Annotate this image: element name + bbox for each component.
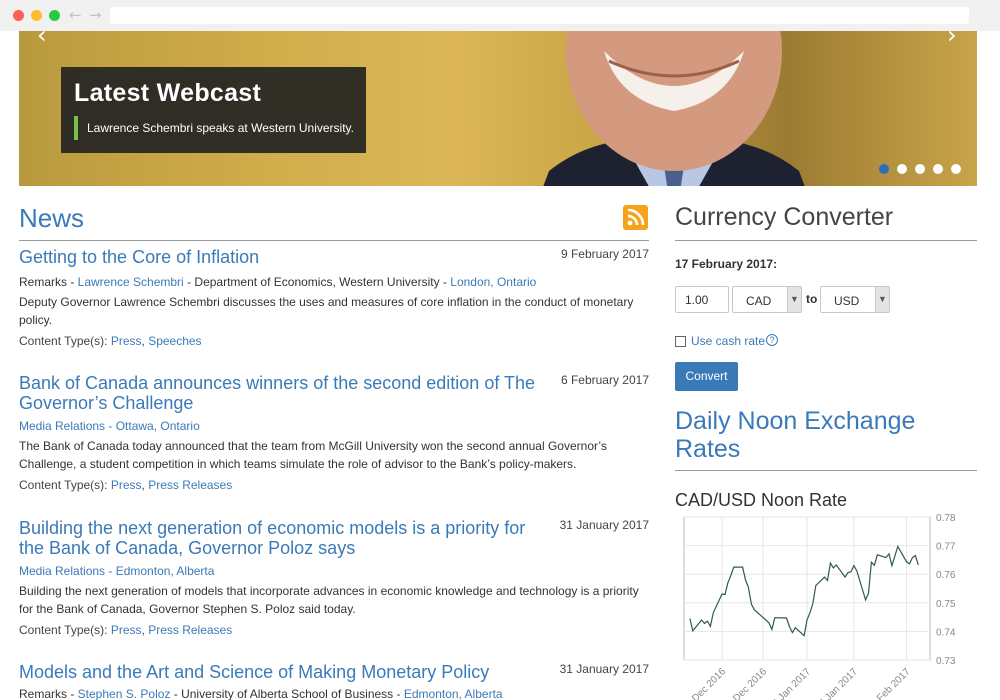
article-meta: Remarks - Lawrence Schembri - Department…	[19, 275, 536, 289]
content-type-label: Content Type(s):	[19, 478, 111, 492]
article-date: 6 February 2017	[560, 373, 649, 387]
location-link[interactable]: Edmonton, Alberta	[404, 687, 503, 700]
convert-button[interactable]: Convert	[675, 362, 738, 391]
news-header: News	[19, 203, 649, 241]
y-tick-label: 0.76	[936, 570, 956, 581]
to-currency-select[interactable]: USD ▼	[820, 286, 890, 313]
minimize-window-icon[interactable]	[31, 10, 42, 21]
amount-input[interactable]: 1.00	[675, 286, 729, 313]
chevron-down-icon: ▼	[787, 287, 801, 312]
forward-arrow-icon[interactable]: →	[89, 6, 102, 24]
address-bar[interactable]	[110, 7, 969, 24]
noon-rates-title: Daily Noon Exchange Rates	[675, 407, 977, 471]
x-tick-label: 13 Feb 2017	[865, 666, 913, 700]
from-currency-value: CAD	[746, 294, 772, 308]
maximize-window-icon[interactable]	[49, 10, 60, 21]
author-link[interactable]: Stephen S. Poloz	[78, 687, 171, 700]
to-currency-value: USD	[834, 294, 860, 308]
article-meta-link[interactable]: Media Relations - Edmonton, Alberta	[19, 564, 214, 578]
close-window-icon[interactable]	[13, 10, 24, 21]
x-tick-label: 10 Jan 2017	[766, 666, 813, 700]
news-article: Models and the Art and Science of Making…	[19, 662, 649, 700]
content-types: Content Type(s): Press, Speeches	[19, 334, 202, 348]
hero-carousel[interactable]: ‹ › Latest Webcast Lawrence Schembri spe…	[19, 31, 977, 186]
carousel-prev-icon[interactable]: ‹	[37, 31, 47, 49]
article-meta: Remarks - Stephen S. Poloz - University …	[19, 687, 503, 700]
chevron-down-icon: ▼	[875, 287, 889, 312]
article-title[interactable]: Building the next generation of economic…	[19, 518, 539, 558]
converter-date: 17 February 2017:	[675, 257, 778, 271]
article-summary: Deputy Governor Lawrence Schembri discus…	[19, 295, 634, 327]
type-link-press-releases[interactable]: Press Releases	[148, 623, 232, 637]
meta-venue: - University of Alberta School of Busine…	[170, 687, 404, 700]
article-date: 31 January 2017	[559, 518, 649, 532]
type-link-speeches[interactable]: Speeches	[148, 334, 201, 348]
x-tick-label: 26 Jan 2017	[813, 666, 860, 700]
carousel-next-icon[interactable]: ›	[947, 31, 957, 49]
news-article: Building the next generation of economic…	[19, 518, 649, 643]
location-link[interactable]: London, Ontario	[450, 275, 536, 289]
y-tick-label: 0.77	[936, 542, 956, 553]
cash-rate-checkbox[interactable]	[675, 336, 686, 347]
converter-title: Currency Converter	[675, 203, 977, 241]
article-summary: Building the next generation of models t…	[19, 584, 639, 616]
y-tick-label: 0.78	[936, 513, 956, 524]
content-type-label: Content Type(s):	[19, 334, 111, 348]
meta-venue: - Department of Economics, Western Unive…	[183, 275, 451, 289]
type-link-press[interactable]: Press	[111, 334, 142, 348]
article-summary: The Bank of Canada today announced that …	[19, 439, 607, 471]
webcast-card[interactable]: Latest Webcast Lawrence Schembri speaks …	[61, 67, 366, 153]
cash-rate-label[interactable]: Use cash rate	[691, 334, 765, 348]
y-tick-label: 0.73	[936, 656, 956, 667]
page-content: ‹ › Latest Webcast Lawrence Schembri spe…	[0, 31, 1000, 700]
speaker-photo	[543, 31, 805, 186]
carousel-dot[interactable]	[933, 164, 943, 174]
content-type-label: Content Type(s):	[19, 623, 111, 637]
carousel-dots	[879, 161, 969, 179]
article-title[interactable]: Models and the Art and Science of Making…	[19, 662, 539, 682]
webcast-subtitle: Lawrence Schembri speaks at Western Univ…	[87, 121, 354, 135]
type-link-press-releases[interactable]: Press Releases	[148, 478, 232, 492]
help-icon[interactable]: ?	[766, 334, 778, 346]
article-meta-link[interactable]: Media Relations - Ottawa, Ontario	[19, 419, 200, 433]
y-tick-label: 0.74	[936, 627, 956, 638]
carousel-dot[interactable]	[897, 164, 907, 174]
carousel-dot[interactable]	[951, 164, 961, 174]
browser-toolbar: ← →	[0, 0, 1000, 31]
news-article: Bank of Canada announces winners of the …	[19, 373, 649, 498]
chart-title: CAD/USD Noon Rate	[675, 490, 848, 510]
content-types: Content Type(s): Press, Press Releases	[19, 623, 233, 637]
news-title: News	[19, 203, 85, 233]
type-link-press[interactable]: Press	[111, 623, 142, 637]
rss-icon[interactable]	[623, 205, 648, 230]
article-title[interactable]: Bank of Canada announces winners of the …	[19, 373, 539, 413]
y-tick-label: 0.75	[936, 599, 956, 610]
cad-usd-line-chart[interactable]: 0.78 0.77 0.76 0.75 0.74 0.73 12 Dec 201626 De…	[675, 509, 977, 700]
carousel-dot[interactable]	[915, 164, 925, 174]
meta-prefix: Remarks -	[19, 687, 78, 700]
accent-bar	[74, 116, 78, 140]
article-date: 9 February 2017	[560, 247, 649, 261]
x-tick-label: 12 Dec 2016	[680, 666, 728, 700]
carousel-dot[interactable]	[879, 164, 889, 174]
to-label: to	[806, 292, 818, 306]
content-types: Content Type(s): Press, Press Releases	[19, 478, 233, 492]
meta-prefix: Remarks -	[19, 275, 78, 289]
news-article: Getting to the Core of Inflation 9 Febru…	[19, 247, 649, 352]
x-tick-label: 26 Dec 2016	[721, 666, 769, 700]
webcast-title: Latest Webcast	[74, 79, 262, 107]
from-currency-select[interactable]: CAD ▼	[732, 286, 802, 313]
article-title[interactable]: Getting to the Core of Inflation	[19, 247, 539, 267]
back-arrow-icon[interactable]: ←	[69, 6, 82, 24]
author-link[interactable]: Lawrence Schembri	[78, 275, 184, 289]
type-link-press[interactable]: Press	[111, 478, 142, 492]
article-date: 31 January 2017	[559, 662, 649, 676]
